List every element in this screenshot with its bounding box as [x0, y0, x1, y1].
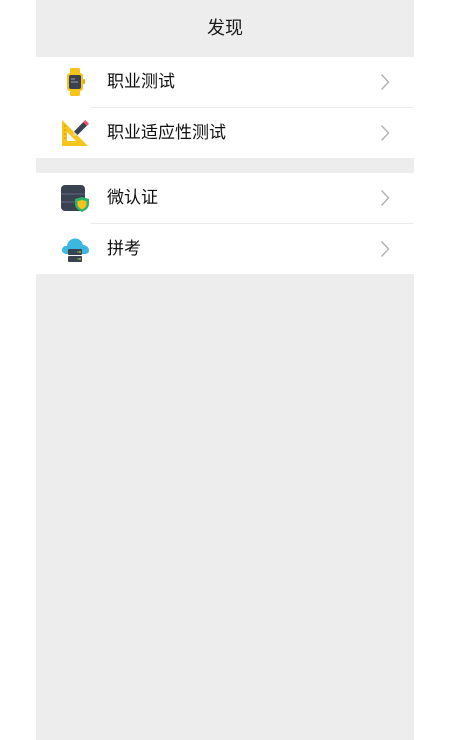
- menu-item-label: 职业适应性测试: [107, 123, 226, 143]
- phone-screen: 发现 职业测试 职业适应性测试 微认证 拼考: [36, 0, 414, 740]
- menu-item-label: 拼考: [107, 239, 141, 259]
- menu-group-certification: 微认证 拼考: [36, 173, 414, 274]
- menu-item-label: 职业测试: [107, 72, 175, 92]
- database-shield-icon: [61, 185, 89, 212]
- chevron-right-icon: [380, 74, 390, 90]
- cloud-server-icon: [61, 238, 89, 262]
- menu-item-career-test[interactable]: 职业测试: [36, 57, 414, 107]
- menu-item-micro-certification[interactable]: 微认证: [36, 173, 414, 223]
- ruler-pencil-icon: [62, 120, 89, 146]
- top-bar: 发现: [36, 0, 414, 57]
- chevron-right-icon: [380, 241, 390, 257]
- chevron-right-icon: [380, 125, 390, 141]
- menu-item-career-adaptability-test[interactable]: 职业适应性测试: [62, 107, 414, 158]
- menu-group-tests: 职业测试 职业适应性测试: [36, 57, 414, 158]
- page-title: 发现: [207, 18, 243, 39]
- menu-item-label: 微认证: [107, 188, 158, 208]
- menu-item-pinkao[interactable]: 拼考: [61, 223, 414, 274]
- chevron-right-icon: [380, 190, 390, 206]
- smartwatch-icon: [67, 68, 85, 96]
